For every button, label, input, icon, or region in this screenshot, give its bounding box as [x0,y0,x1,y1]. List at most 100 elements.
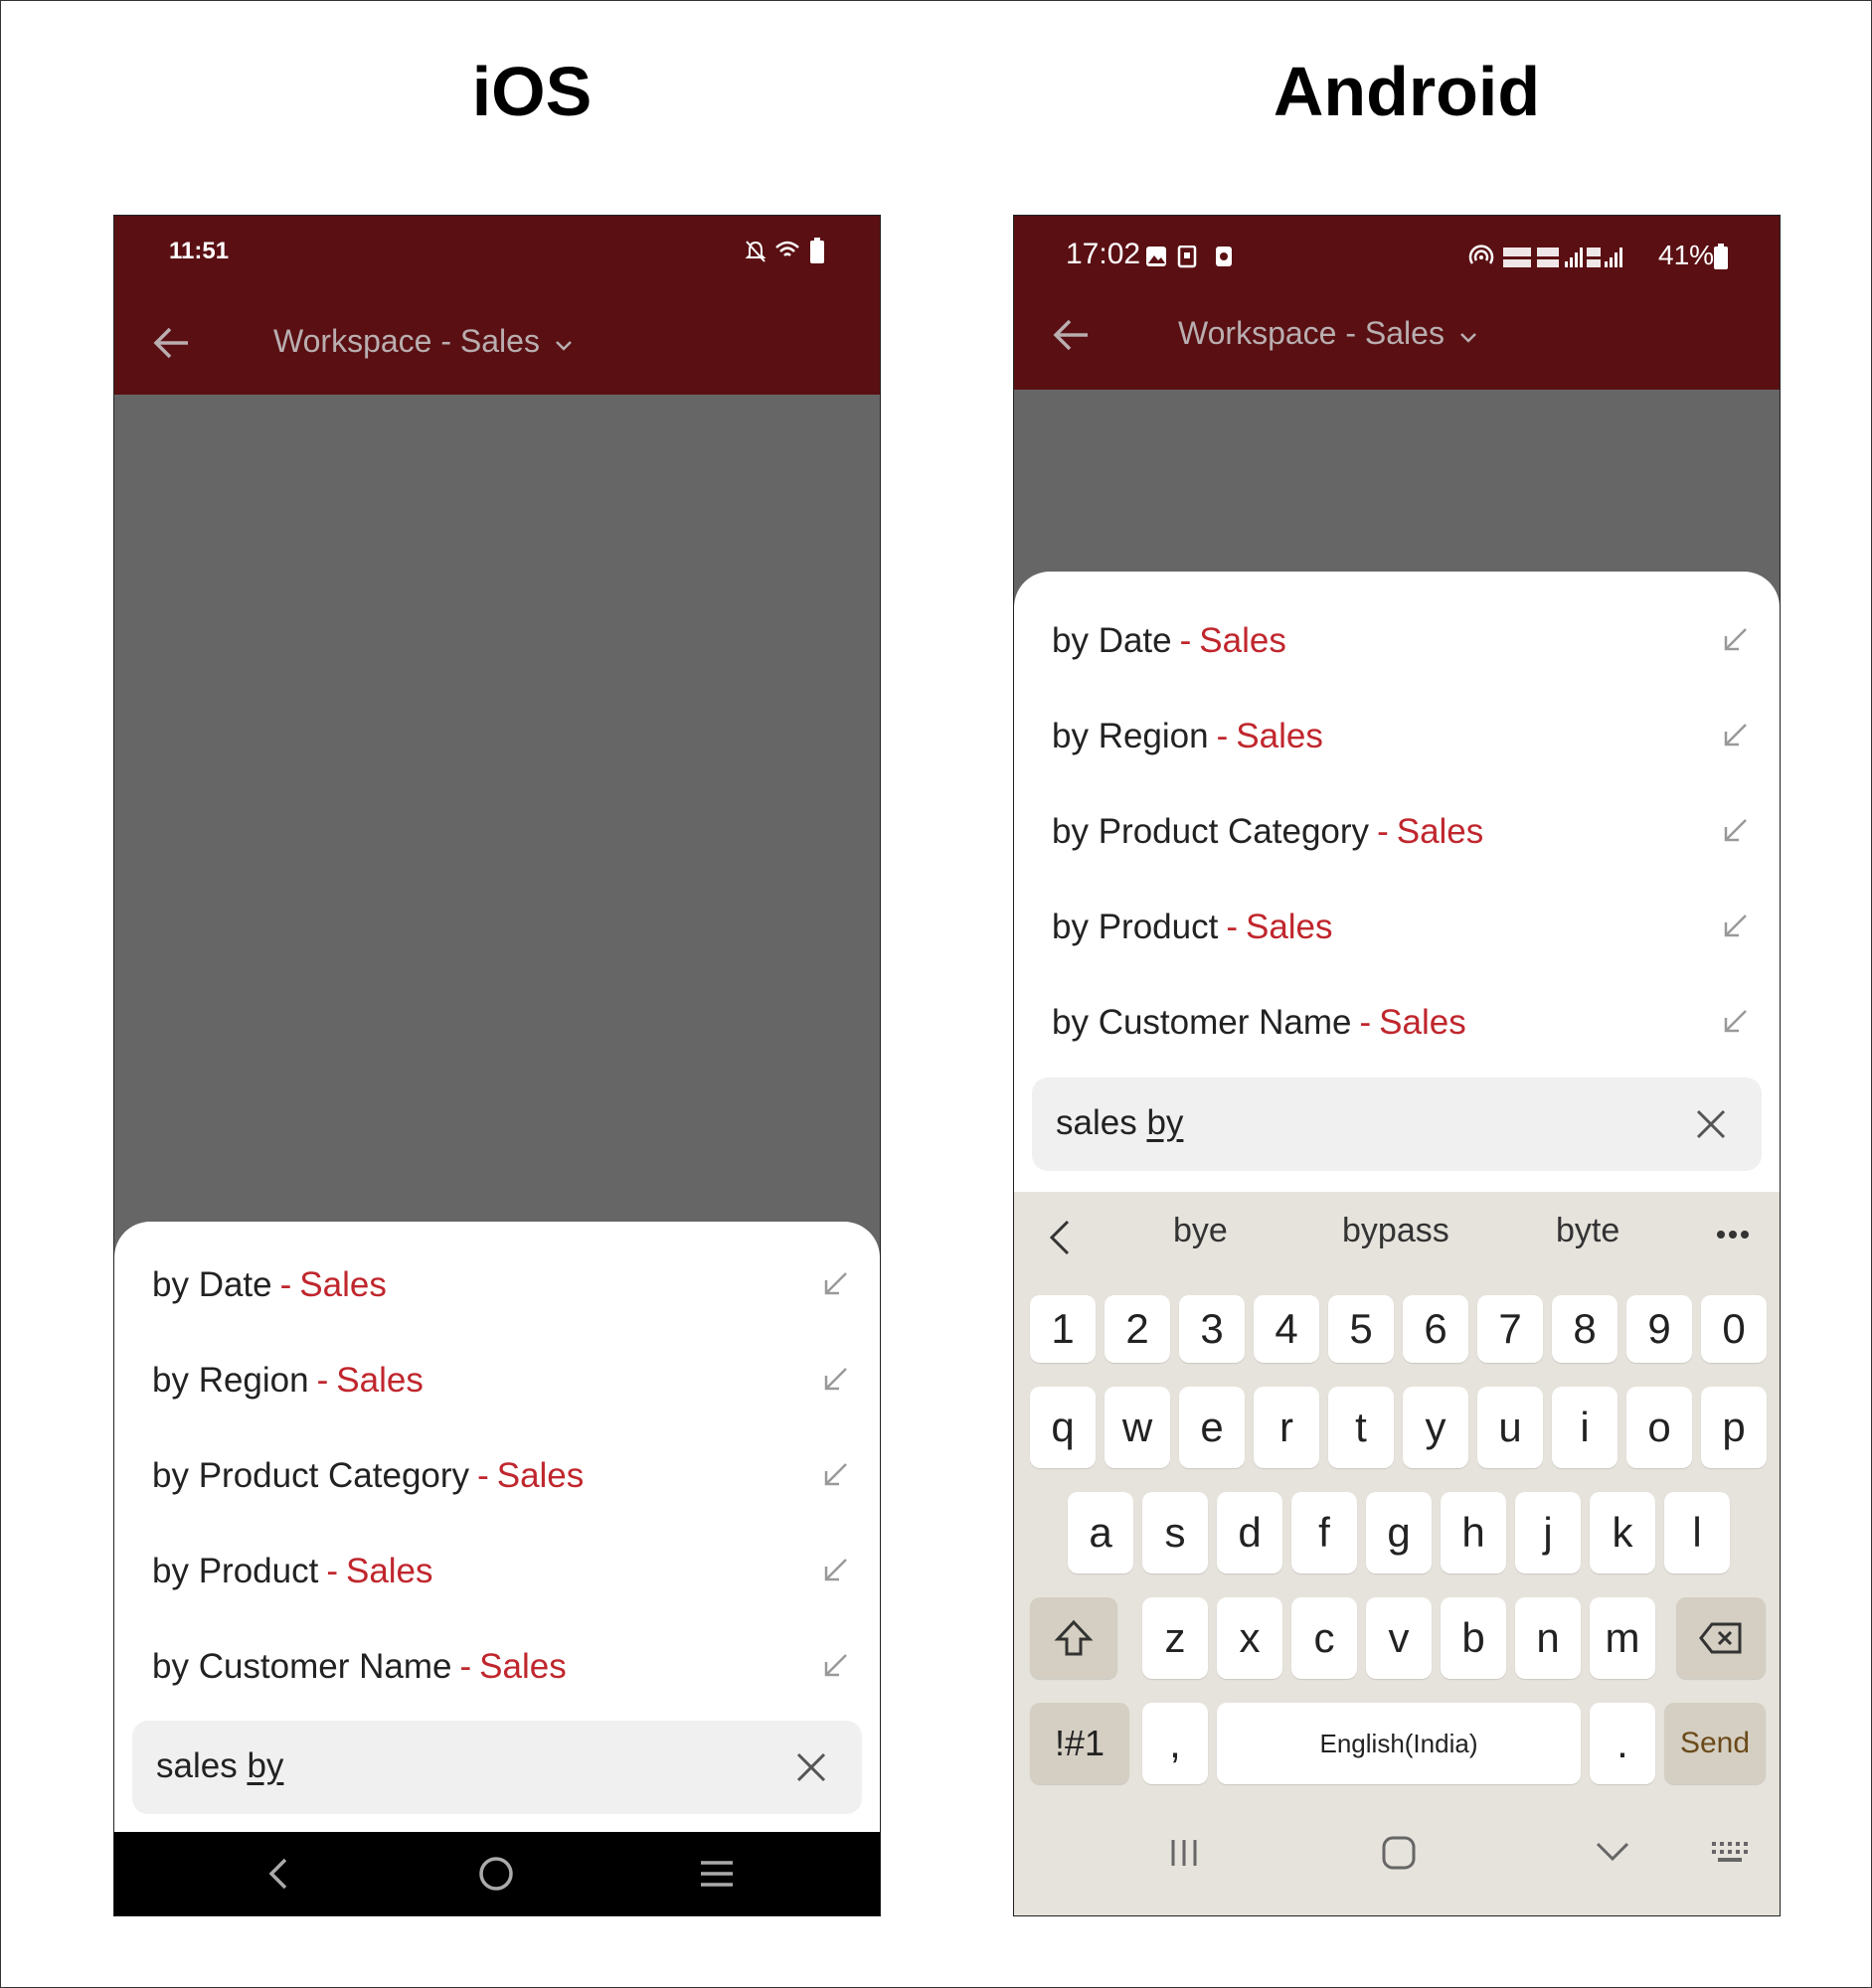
key[interactable]: j [1515,1492,1581,1574]
result-item[interactable]: by Region - Sales [152,1351,850,1410]
result-suffix: Sales [299,1265,387,1304]
key[interactable]: w [1105,1387,1170,1468]
result-label: by Date [1052,621,1172,660]
key[interactable]: h [1441,1492,1506,1574]
insert-arrow-icon[interactable] [822,1651,850,1679]
key[interactable]: v [1366,1597,1432,1679]
key[interactable]: s [1142,1492,1208,1574]
key[interactable]: l [1664,1492,1730,1574]
back-arrow-icon[interactable] [1052,315,1092,355]
result-label: by Product [1052,908,1219,946]
result-item[interactable]: by Product - Sales [152,1542,850,1601]
key[interactable]: m [1590,1597,1655,1679]
insert-arrow-icon[interactable] [1722,721,1750,748]
result-suffix: Sales [1245,908,1333,946]
result-item[interactable]: by Product - Sales [1052,898,1750,957]
result-item[interactable]: by Customer Name - Sales [152,1637,850,1697]
key[interactable]: 1 [1030,1295,1096,1363]
send-key[interactable]: Send [1664,1703,1766,1784]
search-input[interactable]: sales by [1032,1077,1762,1171]
key[interactable]: p [1701,1387,1767,1468]
hide-keyboard-icon[interactable] [1595,1840,1630,1864]
space-key[interactable]: English(India) [1217,1703,1581,1784]
clear-icon[interactable] [1694,1107,1728,1141]
key[interactable]: 3 [1179,1295,1245,1363]
result-item[interactable]: by Date - Sales [152,1255,850,1315]
symbols-key[interactable]: !#1 [1030,1703,1129,1784]
recents-icon[interactable] [1167,1836,1201,1870]
nav-back-icon[interactable] [263,1856,293,1892]
insert-arrow-icon[interactable] [1722,1007,1750,1035]
key[interactable]: a [1068,1492,1133,1574]
key[interactable]: t [1328,1387,1394,1468]
chevron-down-icon [555,341,572,351]
key[interactable]: n [1515,1597,1581,1679]
insert-arrow-icon[interactable] [822,1460,850,1488]
result-item[interactable]: by Date - Sales [1052,611,1750,671]
key[interactable]: k [1590,1492,1655,1574]
key[interactable]: 0 [1701,1295,1767,1363]
search-input[interactable]: sales by [132,1721,862,1814]
key[interactable]: 2 [1105,1295,1170,1363]
key[interactable]: q [1030,1387,1096,1468]
nav-home-icon[interactable] [478,1856,514,1892]
workspace-title-dropdown[interactable]: Workspace - Sales [1178,315,1477,352]
key[interactable]: c [1291,1597,1357,1679]
back-arrow-icon[interactable] [152,323,192,363]
result-item[interactable]: by Region - Sales [1052,707,1750,766]
key[interactable]: 7 [1477,1295,1543,1363]
insert-arrow-icon[interactable] [822,1365,850,1393]
suggestion-item[interactable]: bye [1173,1212,1228,1250]
key[interactable]: 8 [1552,1295,1617,1363]
key[interactable]: f [1291,1492,1357,1574]
clear-icon[interactable] [794,1750,828,1784]
key[interactable]: g [1366,1492,1432,1574]
hotspot-icon [1468,245,1494,264]
result-item[interactable]: by Product Category - Sales [152,1446,850,1506]
workspace-title-dropdown[interactable]: Workspace - Sales [273,323,573,360]
shift-key[interactable] [1030,1597,1117,1679]
key[interactable]: x [1217,1597,1282,1679]
signal-icon [1503,248,1622,267]
insert-arrow-icon[interactable] [1722,911,1750,939]
key[interactable]: u [1477,1387,1543,1468]
app-bar: Workspace - Sales [1014,285,1780,390]
result-suffix: Sales [479,1647,567,1686]
insert-arrow-icon[interactable] [822,1269,850,1297]
comma-key[interactable]: , [1142,1703,1208,1784]
insert-arrow-icon[interactable] [1722,816,1750,844]
result-label: by Product Category [1052,812,1370,851]
key[interactable]: d [1217,1492,1282,1574]
result-item[interactable]: by Product Category - Sales [1052,802,1750,862]
nav-menu-icon[interactable] [699,1858,735,1890]
keyboard-icon[interactable] [1710,1840,1750,1866]
result-label: by Customer Name [1052,1003,1352,1042]
key[interactable]: e [1179,1387,1245,1468]
key[interactable]: 4 [1254,1295,1319,1363]
result-suffix: Sales [496,1456,585,1495]
key[interactable]: b [1441,1597,1506,1679]
key[interactable]: o [1626,1387,1692,1468]
backspace-key[interactable] [1676,1597,1766,1679]
search-text: sales by [1056,1103,1184,1142]
suggestion-back-icon[interactable] [1048,1218,1072,1257]
period-key[interactable]: . [1590,1703,1655,1784]
result-label: by Region [152,1361,309,1400]
result-item[interactable]: by Customer Name - Sales [1052,993,1750,1053]
key[interactable]: z [1142,1597,1208,1679]
key[interactable]: 9 [1626,1295,1692,1363]
more-options-icon[interactable] [1716,1230,1750,1240]
workspace-title: Workspace - Sales [1178,315,1445,351]
home-icon[interactable] [1380,1834,1418,1872]
key[interactable]: r [1254,1387,1319,1468]
key[interactable]: 6 [1403,1295,1468,1363]
insert-arrow-icon[interactable] [822,1556,850,1583]
suggestion-item[interactable]: byte [1556,1212,1619,1250]
key[interactable]: i [1552,1387,1617,1468]
results-sheet: by Date - Sales by Region - Sales by Product… [114,1222,880,1832]
key[interactable]: y [1403,1387,1468,1468]
key[interactable]: 5 [1328,1295,1394,1363]
insert-arrow-icon[interactable] [1722,625,1750,653]
suggestion-item[interactable]: bypass [1342,1212,1449,1250]
battery-icon [810,238,824,263]
